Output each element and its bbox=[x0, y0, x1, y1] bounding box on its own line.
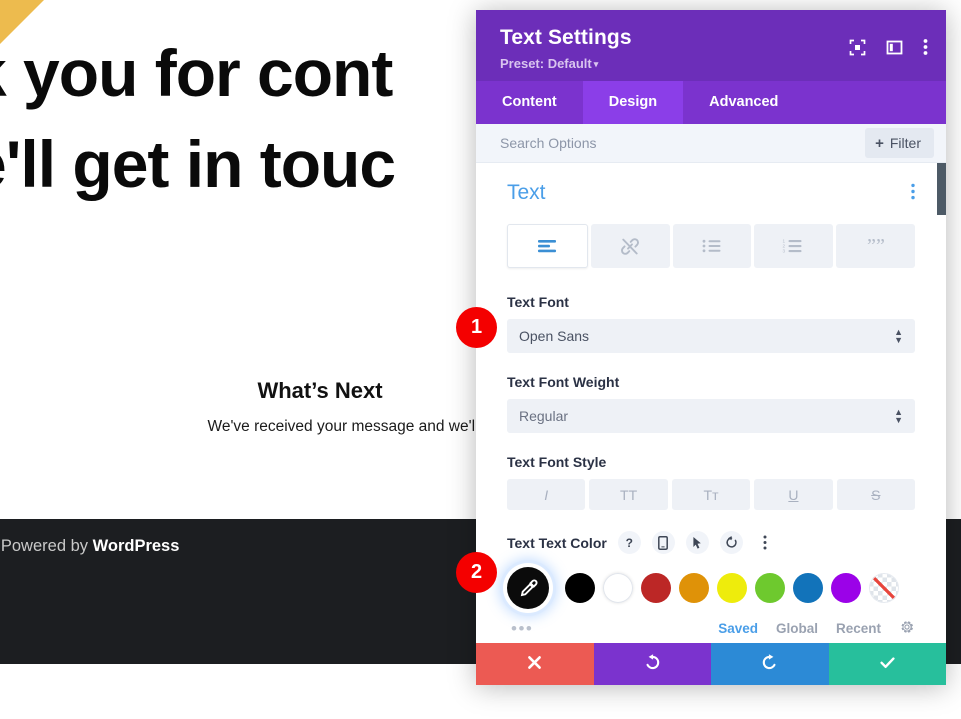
kebab-menu-icon[interactable] bbox=[754, 531, 777, 554]
text-font-weight-select[interactable]: Regular ▲ ▼ bbox=[507, 399, 915, 433]
footer-credit: | Powered by WordPress bbox=[0, 537, 179, 556]
color-footer: ••• Saved Global Recent bbox=[507, 619, 915, 638]
field-text-font-weight: Text Font Weight Regular ▲ ▼ bbox=[507, 374, 915, 433]
unordered-list-icon[interactable] bbox=[672, 224, 752, 268]
svg-text:”: ” bbox=[867, 238, 876, 254]
swatch-white[interactable] bbox=[603, 573, 633, 603]
swatch-yellow[interactable] bbox=[717, 573, 747, 603]
gear-icon[interactable] bbox=[899, 619, 915, 638]
panel-tabs: Content Design Advanced bbox=[476, 81, 946, 124]
text-font-label: Text Font bbox=[507, 294, 569, 310]
text-font-weight-value: Regular bbox=[519, 408, 569, 424]
filter-button[interactable]: + Filter bbox=[865, 128, 934, 158]
panel-action-bar bbox=[476, 643, 946, 685]
tab-content[interactable]: Content bbox=[476, 81, 583, 124]
plus-icon: + bbox=[875, 134, 884, 152]
undo-button[interactable] bbox=[593, 643, 711, 685]
color-source-tabs: Saved Global Recent bbox=[718, 619, 915, 638]
color-swatch-row bbox=[507, 567, 915, 609]
undo-icon bbox=[643, 653, 662, 675]
annotation-badge-1: 1 bbox=[456, 307, 497, 348]
italic-button[interactable]: I bbox=[507, 479, 586, 510]
chevron-down-icon: ▾ bbox=[593, 59, 599, 70]
swatch-transparent[interactable] bbox=[869, 573, 899, 603]
check-icon bbox=[878, 653, 897, 675]
responsive-mobile-icon[interactable] bbox=[651, 531, 675, 554]
footer-credit-prefix: | Powered by bbox=[0, 537, 93, 555]
preset-selector[interactable]: Preset: Default ▾ bbox=[500, 56, 922, 71]
field-text-font-style: Text Font Style I TT Tᴛ U S bbox=[507, 454, 916, 510]
tab-design[interactable]: Design bbox=[582, 81, 684, 124]
section-header-text: Text bbox=[507, 181, 915, 205]
panel-scrollbar[interactable] bbox=[937, 163, 946, 643]
field-text-font: Text Font Open Sans ▲ ▼ bbox=[507, 294, 915, 353]
section-title: Text bbox=[507, 181, 546, 204]
preset-label: Preset: Default bbox=[500, 56, 592, 71]
select-arrows-icon: ▲ ▼ bbox=[894, 327, 903, 345]
panel-header-icons bbox=[849, 38, 928, 56]
swatch-blue[interactable] bbox=[793, 573, 823, 603]
uppercase-button[interactable]: TT bbox=[589, 479, 668, 510]
color-tab-global[interactable]: Global bbox=[776, 621, 818, 636]
underline-button[interactable]: U bbox=[754, 479, 833, 510]
swatch-orange[interactable] bbox=[679, 573, 709, 603]
cancel-button[interactable] bbox=[476, 643, 594, 685]
link-icon[interactable] bbox=[590, 224, 670, 268]
panel-header: Text Settings Preset: Default ▾ bbox=[476, 10, 946, 81]
redo-icon bbox=[760, 653, 779, 675]
more-colors-icon[interactable]: ••• bbox=[507, 620, 533, 637]
tab-advanced[interactable]: Advanced bbox=[683, 81, 804, 124]
color-tab-recent[interactable]: Recent bbox=[836, 621, 881, 636]
save-button[interactable] bbox=[828, 643, 946, 685]
underline-glyph: U bbox=[788, 486, 799, 503]
text-settings-panel: Text Settings Preset: Default ▾ Content D… bbox=[476, 10, 946, 685]
text-font-weight-label: Text Font Weight bbox=[507, 374, 620, 390]
swatch-purple[interactable] bbox=[831, 573, 861, 603]
text-font-value: Open Sans bbox=[519, 328, 590, 344]
strikethrough-glyph: S bbox=[871, 486, 881, 503]
eyedropper-button[interactable] bbox=[507, 567, 549, 609]
small-caps-button[interactable]: Tᴛ bbox=[671, 479, 751, 510]
blockquote-icon[interactable]: ”” bbox=[836, 224, 915, 268]
redo-button[interactable] bbox=[711, 643, 829, 685]
search-row: + Filter bbox=[476, 124, 946, 163]
font-style-button-row: I TT Tᴛ U S bbox=[507, 479, 916, 510]
layout-panel-icon[interactable] bbox=[886, 39, 903, 56]
search-input[interactable] bbox=[500, 135, 866, 151]
svg-text:”: ” bbox=[876, 238, 885, 254]
swatch-black[interactable] bbox=[565, 573, 595, 603]
footer-credit-brand: WordPress bbox=[92, 537, 180, 555]
kebab-menu-icon[interactable] bbox=[923, 38, 928, 56]
focus-icon[interactable] bbox=[849, 39, 866, 56]
swatch-red[interactable] bbox=[641, 573, 671, 603]
text-color-header: Text Text Color ? bbox=[507, 531, 915, 554]
text-align-icon[interactable] bbox=[507, 224, 588, 268]
annotation-badge-2: 2 bbox=[456, 552, 497, 593]
hover-cursor-icon[interactable] bbox=[685, 531, 709, 554]
ordered-list-icon[interactable]: 123 bbox=[754, 224, 834, 268]
swatch-green[interactable] bbox=[755, 573, 785, 603]
italic-glyph: I bbox=[544, 486, 549, 503]
text-font-select[interactable]: Open Sans ▲ ▼ bbox=[507, 319, 915, 353]
color-tab-saved[interactable]: Saved bbox=[718, 621, 758, 636]
kebab-menu-icon[interactable] bbox=[911, 183, 915, 203]
text-font-style-label: Text Font Style bbox=[507, 454, 607, 470]
strikethrough-button[interactable]: S bbox=[836, 479, 916, 510]
field-text-color: Text Text Color ? ••• Saved Global Recen… bbox=[507, 531, 915, 638]
text-color-label: Text Text Color bbox=[507, 534, 607, 551]
panel-body: Text 123 ”” Text Font Open Sans ▲ ▼ Text… bbox=[476, 163, 946, 643]
text-format-toolbar: 123 ”” bbox=[507, 224, 915, 268]
svg-text:3: 3 bbox=[782, 248, 785, 253]
scrollbar-thumb[interactable] bbox=[937, 163, 946, 215]
reset-icon[interactable] bbox=[719, 531, 743, 554]
panel-scroll-content: Text 123 ”” Text Font Open Sans ▲ ▼ Text… bbox=[476, 163, 946, 638]
help-icon[interactable]: ? bbox=[617, 531, 641, 554]
close-icon bbox=[526, 654, 543, 674]
select-arrows-icon: ▲ ▼ bbox=[894, 407, 903, 425]
filter-button-label: Filter bbox=[889, 135, 921, 151]
